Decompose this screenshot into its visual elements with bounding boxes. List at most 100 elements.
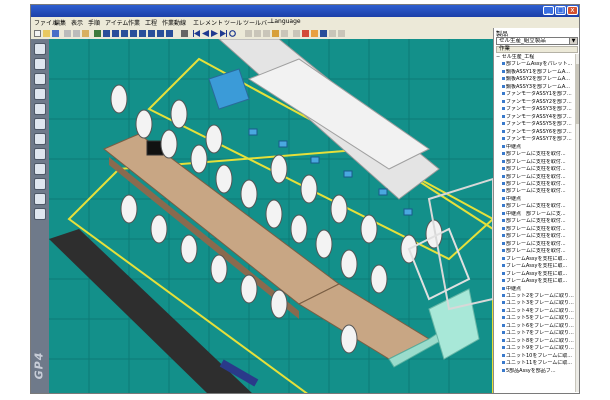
tree-item[interactable]: フレームAssyを支柱に取... (496, 256, 574, 263)
tree-item[interactable]: 中継点 (496, 196, 574, 203)
loop-icon[interactable] (229, 30, 236, 37)
tree-item[interactable]: 部フレームに支柱を取付... (496, 188, 574, 195)
fit-view-icon[interactable] (94, 30, 101, 37)
menu-work-flow[interactable]: 作業動線 (162, 18, 186, 27)
tree-item[interactable]: フレームAssyを支柱に取... (496, 263, 574, 270)
folder-icon[interactable] (311, 30, 318, 37)
tree-item[interactable]: ファンモータASSY6を部フ... (496, 129, 574, 136)
tree-item[interactable]: ユニット10をフレームに取... (496, 353, 574, 360)
close-button[interactable]: x (567, 6, 578, 15)
light-icon[interactable] (272, 30, 279, 37)
select-icon[interactable] (34, 43, 46, 55)
grid-icon[interactable] (34, 163, 46, 175)
menu-language[interactable]: Language (271, 18, 301, 25)
cylinder-icon[interactable] (34, 193, 46, 205)
tool-icon[interactable] (329, 30, 336, 37)
tree-item[interactable]: 中継点 (496, 144, 574, 151)
tree-item[interactable]: ファンモータASSY1を部フ... (496, 91, 574, 98)
step-forward-icon[interactable] (220, 30, 227, 37)
menu-tools[interactable]: ツール (224, 18, 242, 27)
menu-item[interactable]: アイテム (105, 18, 128, 27)
rotate-view-icon[interactable] (166, 30, 173, 37)
tree-item[interactable]: 部フレームAssyをパレット... (496, 61, 574, 68)
front-view-icon[interactable] (112, 30, 119, 37)
worker-icon[interactable] (34, 88, 46, 100)
tool-icon[interactable] (254, 30, 261, 37)
tree-item[interactable]: 部フレームに支柱を取付... (496, 248, 574, 255)
tool-icon[interactable] (245, 30, 252, 37)
tree-item[interactable]: 鋼板ASSY1を部フレームA... (496, 69, 574, 76)
camera-icon[interactable] (34, 148, 46, 160)
tree-item[interactable]: フレームAssyを支柱に取... (496, 278, 574, 285)
cut-icon[interactable] (64, 30, 71, 37)
3d-viewport[interactable] (49, 39, 493, 394)
tree-item[interactable]: ユニット6をフレームに取り... (496, 323, 574, 330)
tree-item[interactable]: ユニット5をフレームに取り... (496, 315, 574, 322)
marker-icon[interactable] (302, 30, 309, 37)
tree-item[interactable]: ユニット3をフレームに取り... (496, 300, 574, 307)
rotate-icon[interactable] (34, 58, 46, 70)
scrollbar-thumb[interactable] (576, 64, 579, 124)
copy-icon[interactable] (73, 30, 80, 37)
tree-item[interactable]: 部フレームに支柱を取付... (496, 241, 574, 248)
tree-item[interactable]: ユニット8をフレームに取り... (496, 338, 574, 345)
tree-item[interactable]: 5部品Assyを部品フ... (496, 368, 574, 375)
tool-icon[interactable] (263, 30, 270, 37)
top-view-icon[interactable] (103, 30, 110, 37)
measure-icon[interactable] (34, 178, 46, 190)
menu-view[interactable]: 表示 (71, 18, 83, 27)
tool-icon[interactable] (293, 30, 300, 37)
menu-work[interactable]: 作業 (128, 18, 140, 27)
menu-toolbar[interactable]: ツールバー (243, 18, 273, 27)
tree-item[interactable]: ファンモータASSY7を部フ... (496, 136, 574, 143)
product-icon[interactable] (34, 103, 46, 115)
maximize-button[interactable]: □ (555, 6, 566, 15)
process-tree[interactable]: − セル生産_工程 部フレームAssyをパレット... 鋼板ASSY1を部フレーム… (496, 54, 574, 392)
menu-process[interactable]: 工程 (145, 18, 157, 27)
tree-item[interactable]: ユニット7をフレームに取り... (496, 330, 574, 337)
new-icon[interactable] (34, 30, 41, 37)
tree-item[interactable]: ユニット11をフレームに取... (496, 360, 574, 367)
tree-item[interactable]: 部フレームに支柱を取付... (496, 181, 574, 188)
tree-item[interactable]: ユニット4をフレームに取り... (496, 308, 574, 315)
factory-layout-scene[interactable] (49, 39, 493, 394)
pan-icon[interactable] (157, 30, 164, 37)
tree-item[interactable]: 部フレームに支柱を取付... (496, 203, 574, 210)
tree-item[interactable]: 部フレームに支柱を取付... (496, 226, 574, 233)
tool-icon[interactable] (338, 30, 345, 37)
tree-item[interactable]: ファンモータASSY3を部フ... (496, 106, 574, 113)
side-view-icon[interactable] (121, 30, 128, 37)
menu-edit[interactable]: 編集 (54, 18, 66, 27)
chevron-down-icon[interactable]: ▼ (569, 38, 577, 44)
zoom-icon[interactable] (148, 30, 155, 37)
tree-item[interactable]: 部フレームに支柱を取付... (496, 151, 574, 158)
layer-icon[interactable] (320, 30, 327, 37)
open-icon[interactable] (43, 30, 50, 37)
tree-item[interactable]: 中継点 部フレームに支... (496, 211, 574, 218)
minimize-button[interactable]: _ (543, 6, 554, 15)
tree-item[interactable]: 中継点 (496, 286, 574, 293)
table-icon[interactable] (34, 118, 46, 130)
paste-icon[interactable] (82, 30, 89, 37)
tree-item[interactable]: 鋼板ASSY2を部フレームA... (496, 76, 574, 83)
play-icon[interactable] (211, 30, 218, 37)
tree-item[interactable]: 部フレームに支柱を取付... (496, 166, 574, 173)
iso-view-icon[interactable] (130, 30, 137, 37)
tree-item[interactable]: ファンモータASSY2を部フ... (496, 99, 574, 106)
tree-item[interactable]: ファンモータASSY5を部フ... (496, 121, 574, 128)
tree-item[interactable]: 部フレームに支柱を取付... (496, 174, 574, 181)
move-icon[interactable] (34, 73, 46, 85)
tool-icon[interactable] (281, 30, 288, 37)
skip-back-icon[interactable] (193, 30, 200, 37)
tree-item[interactable]: 部フレームに支柱を取付... (496, 218, 574, 225)
tree-item[interactable]: ユニット2をフレームに取り... (496, 293, 574, 300)
tree-item[interactable]: 鋼板ASSY3を部フレームA... (496, 84, 574, 91)
chart-icon[interactable] (34, 133, 46, 145)
menu-element[interactable]: エレメント (193, 18, 223, 27)
save-icon[interactable] (52, 30, 59, 37)
tree-item[interactable]: フレームAssyを支柱に取... (496, 271, 574, 278)
box-icon[interactable] (34, 208, 46, 220)
product-select[interactable]: セル生産_組立製品 ▼ (496, 37, 578, 45)
tree-root[interactable]: − セル生産_工程 (496, 54, 574, 61)
tree-item[interactable]: ファンモータASSY4を部フ... (496, 114, 574, 121)
